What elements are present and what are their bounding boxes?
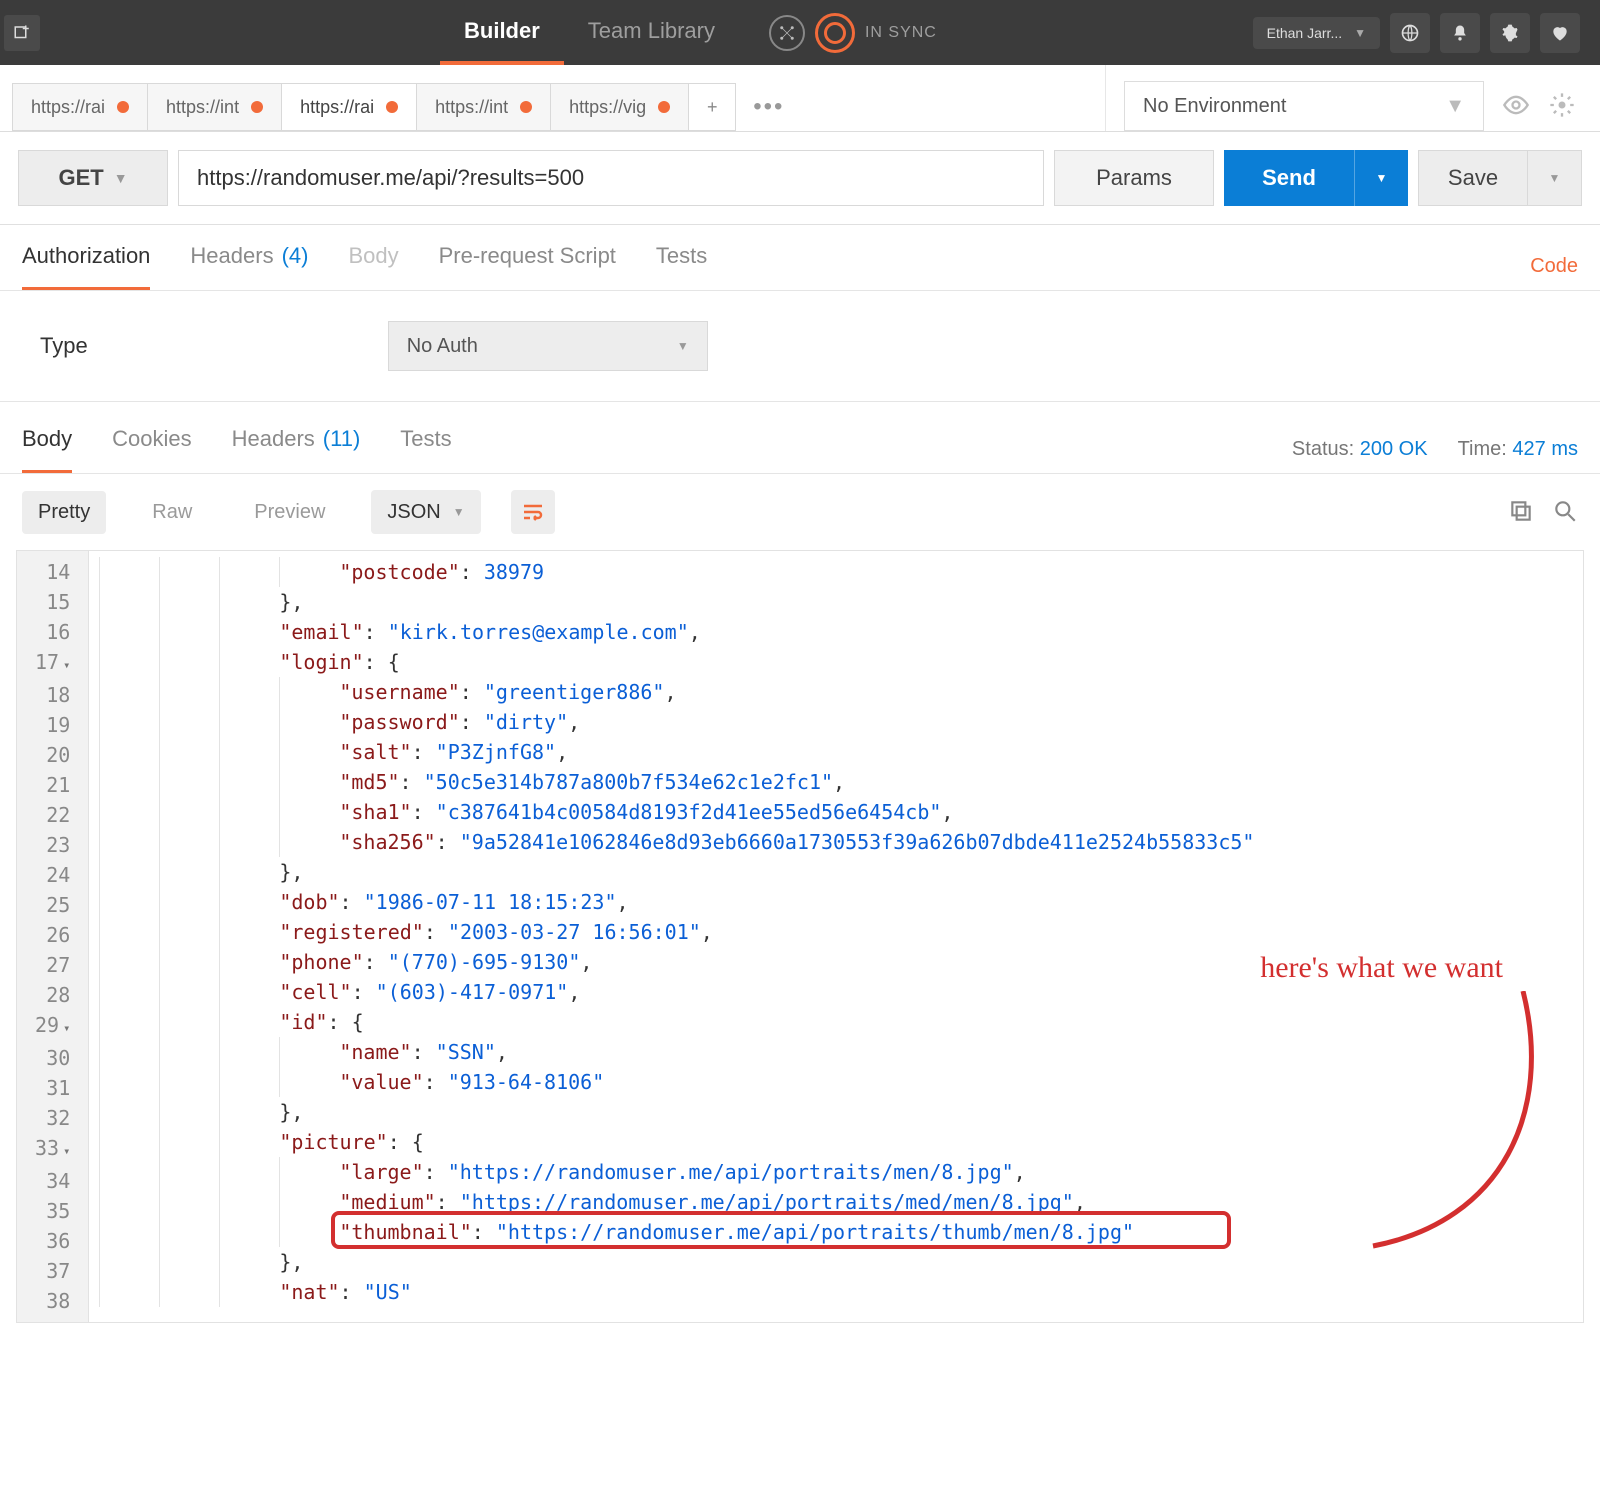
nav-team-library[interactable]: Team Library	[564, 0, 739, 65]
code-body: "postcode": 38979},"email": "kirk.torres…	[89, 551, 1583, 1322]
chevron-down-icon: ▼	[1549, 171, 1561, 185]
app-topbar: Builder Team Library IN SYNC Ethan Jarr.…	[0, 0, 1600, 65]
auth-row: Type No Auth ▼	[0, 291, 1600, 402]
view-pretty[interactable]: Pretty	[22, 491, 106, 534]
tab-label: https://rai	[300, 97, 374, 118]
response-section-tabs: Body Cookies Headers (11) Tests Status: …	[0, 402, 1600, 474]
response-view-toolbar: Pretty Raw Preview JSON ▼	[0, 474, 1600, 550]
format-label: JSON	[387, 501, 440, 524]
request-tab[interactable]: https://int	[416, 83, 551, 131]
request-tab[interactable]: https://rai	[12, 83, 148, 131]
unsaved-dot-icon	[117, 101, 129, 113]
format-select[interactable]: JSON ▼	[371, 490, 480, 534]
tab-label: https://vig	[569, 97, 646, 118]
user-menu[interactable]: Ethan Jarr... ▼	[1253, 17, 1380, 49]
manage-env-button[interactable]	[1548, 91, 1576, 122]
quick-look-button[interactable]	[1502, 91, 1530, 122]
line-number-gutter: 14151617▾181920212223242526272829▾303132…	[17, 551, 89, 1322]
unsaved-dot-icon	[658, 101, 670, 113]
code-link[interactable]: Code	[1530, 255, 1578, 278]
interceptor-button[interactable]	[1390, 13, 1430, 53]
tab-authorization[interactable]: Authorization	[22, 243, 150, 290]
tab-label: https://int	[435, 97, 508, 118]
request-tab[interactable]: https://vig	[550, 83, 689, 131]
nav-builder[interactable]: Builder	[440, 0, 564, 65]
search-response-button[interactable]	[1552, 498, 1578, 527]
new-tab-button[interactable]: +	[688, 83, 736, 131]
save-dropdown[interactable]: ▼	[1528, 150, 1582, 206]
view-preview[interactable]: Preview	[238, 491, 341, 534]
resp-tab-tests[interactable]: Tests	[400, 426, 451, 473]
tab-label: https://rai	[31, 97, 105, 118]
http-method-select[interactable]: GET ▼	[18, 150, 168, 206]
time-meta: Time: 427 ms	[1458, 438, 1578, 461]
new-window-button[interactable]	[4, 15, 40, 51]
tab-body[interactable]: Body	[348, 243, 398, 290]
params-button[interactable]: Params	[1054, 150, 1214, 206]
chevron-down-icon: ▼	[1354, 26, 1366, 40]
unsaved-dot-icon	[386, 101, 398, 113]
method-label: GET	[58, 165, 103, 191]
user-name-label: Ethan Jarr...	[1267, 25, 1342, 41]
save-button[interactable]: Save	[1418, 150, 1528, 206]
settings-button[interactable]	[1490, 13, 1530, 53]
status-meta: Status: 200 OK	[1292, 438, 1428, 461]
notifications-button[interactable]	[1440, 13, 1480, 53]
wrap-lines-button[interactable]	[511, 490, 555, 534]
resp-tab-cookies[interactable]: Cookies	[112, 426, 191, 473]
tab-prerequest[interactable]: Pre-request Script	[439, 243, 616, 290]
chevron-down-icon: ▼	[114, 170, 128, 186]
resp-tab-body[interactable]: Body	[22, 426, 72, 473]
chevron-down-icon: ▼	[1445, 95, 1465, 118]
environment-label: No Environment	[1143, 95, 1286, 118]
sync-logo-icon[interactable]	[815, 13, 855, 53]
send-button[interactable]: Send	[1224, 150, 1354, 206]
request-tab[interactable]: https://rai	[281, 83, 417, 131]
headers-count: (4)	[282, 243, 309, 269]
response-body-viewer[interactable]: 14151617▾181920212223242526272829▾303132…	[16, 550, 1584, 1323]
chevron-down-icon: ▼	[1376, 171, 1388, 185]
send-dropdown[interactable]: ▼	[1354, 150, 1408, 206]
auth-type-select[interactable]: No Auth ▼	[388, 321, 708, 371]
resp-headers-count: (11)	[323, 426, 361, 452]
auth-type-value: No Auth	[407, 335, 478, 358]
resp-tab-headers[interactable]: Headers (11)	[232, 426, 361, 473]
chevron-down-icon: ▼	[453, 505, 465, 519]
tab-headers[interactable]: Headers (4)	[190, 243, 308, 290]
tab-label: https://int	[166, 97, 239, 118]
unsaved-dot-icon	[520, 101, 532, 113]
environment-select[interactable]: No Environment ▼	[1124, 81, 1484, 131]
resp-headers-label: Headers	[232, 426, 315, 452]
url-input[interactable]	[197, 165, 1025, 191]
auth-type-label: Type	[40, 333, 88, 359]
url-input-wrapper	[178, 150, 1044, 206]
tab-overflow-button[interactable]: •••	[735, 93, 802, 121]
unsaved-dot-icon	[251, 101, 263, 113]
copy-response-button[interactable]	[1508, 498, 1534, 527]
chevron-down-icon: ▼	[677, 339, 689, 353]
request-tabs: https://rai https://int https://rai https:/…	[0, 65, 1105, 131]
request-bar: GET ▼ Params Send ▼ Save ▼	[0, 132, 1600, 225]
tab-tests[interactable]: Tests	[656, 243, 707, 290]
request-section-tabs: Authorization Headers (4) Body Pre-reque…	[0, 225, 1600, 291]
tab-headers-label: Headers	[190, 243, 273, 269]
request-tab[interactable]: https://int	[147, 83, 282, 131]
feedback-button[interactable]	[1540, 13, 1580, 53]
view-raw[interactable]: Raw	[136, 491, 208, 534]
sync-scope-icon[interactable]	[769, 15, 805, 51]
workspace-header: https://rai https://int https://rai https:/…	[0, 65, 1600, 132]
sync-status-text: IN SYNC	[865, 24, 937, 42]
